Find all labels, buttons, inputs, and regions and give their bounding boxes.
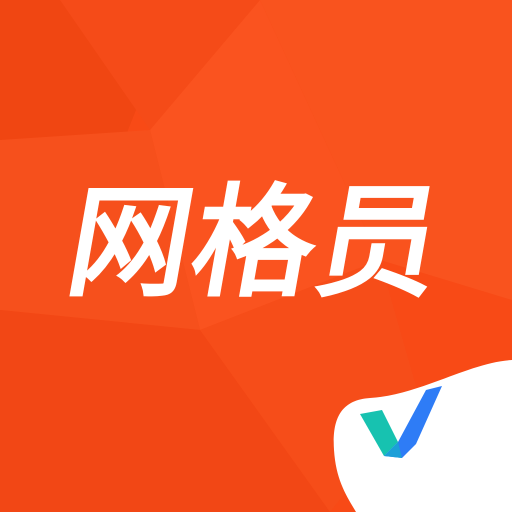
icon-title: 网格员 (57, 172, 455, 314)
app-icon: 网格员 (0, 0, 512, 512)
checkmark-icon (360, 386, 442, 458)
